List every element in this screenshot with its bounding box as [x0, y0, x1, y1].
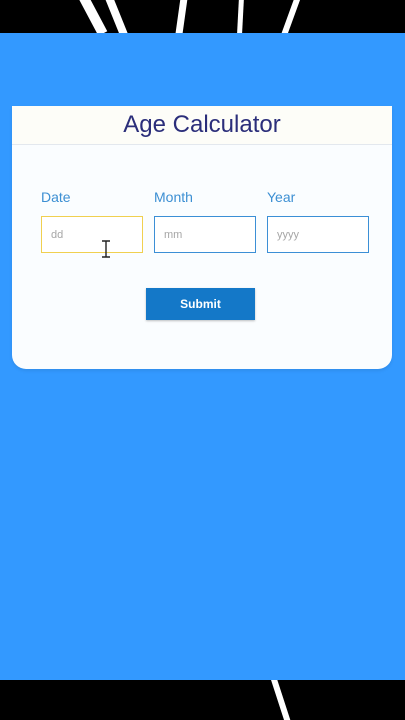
year-input[interactable] — [267, 216, 369, 253]
date-field: Date — [41, 189, 143, 253]
text-cursor-icon — [102, 240, 110, 258]
bottom-letterbox — [0, 680, 405, 720]
top-letterbox — [0, 0, 405, 33]
light-streak — [271, 680, 291, 720]
age-calculator-card: Age Calculator Date Month Year Submit — [12, 106, 392, 369]
month-field: Month — [154, 189, 256, 253]
year-label: Year — [267, 189, 296, 205]
page-title: Age Calculator — [123, 111, 281, 138]
submit-button[interactable]: Submit — [146, 288, 255, 320]
light-streak — [104, 0, 128, 33]
date-label: Date — [41, 189, 71, 205]
app-screen: Age Calculator Date Month Year Submit — [0, 33, 405, 680]
month-label: Month — [154, 189, 193, 205]
card-header: Age Calculator — [12, 106, 392, 145]
date-input[interactable] — [41, 216, 143, 253]
year-field: Year — [267, 189, 369, 253]
light-streak — [281, 0, 301, 33]
light-streak — [175, 0, 188, 33]
light-streak — [236, 0, 245, 33]
light-streak — [78, 0, 108, 33]
month-input[interactable] — [154, 216, 256, 253]
